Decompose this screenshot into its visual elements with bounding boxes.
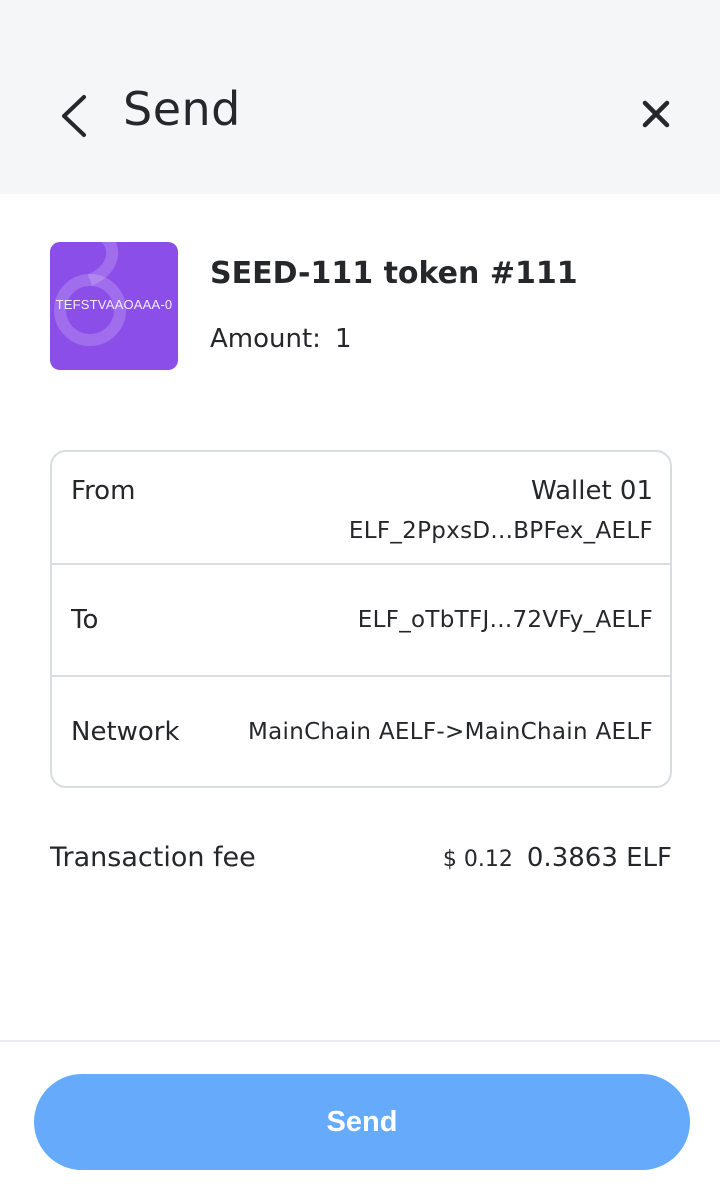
header: Send — [0, 0, 720, 194]
network-value: MainChain AELF->MainChain AELF — [247, 719, 653, 745]
fee-usd: $ 0.12 — [442, 847, 513, 872]
footer-divider — [0, 1040, 720, 1042]
chevron-left-icon — [62, 95, 86, 137]
transaction-fee-values: $ 0.12 0.3863 ELF — [443, 843, 672, 873]
close-button[interactable] — [634, 92, 678, 136]
token-amount: Amount: 1 — [210, 324, 351, 354]
page-title: Send — [123, 82, 241, 136]
send-button[interactable]: Send — [34, 1074, 690, 1170]
fee-elf: 0.3863 ELF — [526, 843, 672, 873]
transaction-fee-label: Transaction fee — [50, 842, 256, 873]
back-button[interactable] — [50, 86, 100, 146]
transfer-details: From Wallet 01 ELF_2PpxsD...BPFex_AELF T… — [50, 450, 672, 788]
from-label: From — [71, 476, 136, 506]
amount-value: 1 — [334, 324, 352, 354]
from-row: From Wallet 01 ELF_2PpxsD...BPFex_AELF — [52, 452, 672, 564]
from-wallet-name: Wallet 01 — [531, 476, 653, 506]
token-image-label: TEFSTVAAOAAA-0 — [55, 297, 173, 312]
token-image: TEFSTVAAOAAA-0 — [50, 242, 178, 370]
from-address: ELF_2PpxsD...BPFex_AELF — [348, 518, 653, 544]
network-row: Network MainChain AELF->MainChain AELF — [52, 675, 672, 788]
amount-label: Amount: — [210, 324, 321, 354]
token-name: SEED-111 token #111 — [210, 256, 578, 291]
close-icon — [642, 100, 670, 128]
network-label: Network — [71, 717, 180, 747]
to-row: To ELF_oTbTFJ...72VFy_AELF — [52, 563, 672, 676]
to-label: To — [71, 605, 99, 635]
to-address: ELF_oTbTFJ...72VFy_AELF — [357, 607, 653, 633]
